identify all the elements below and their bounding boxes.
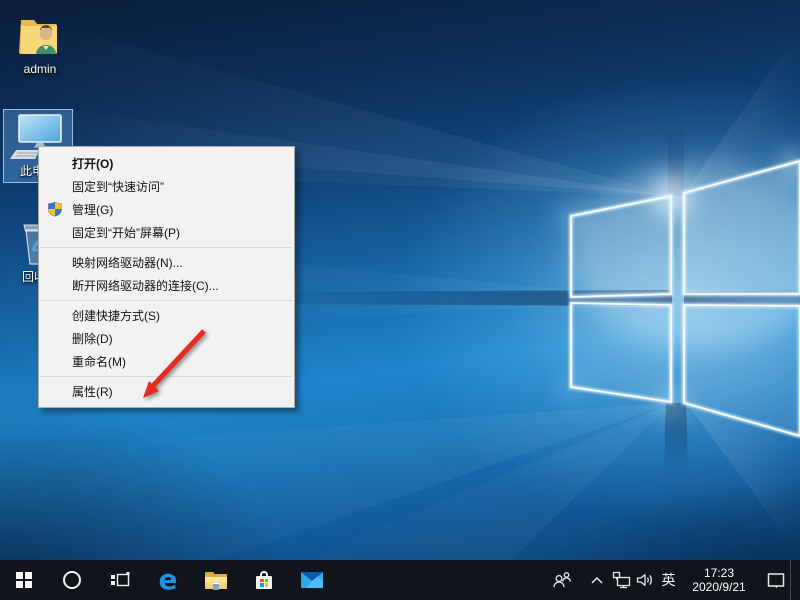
action-center-icon [766,571,786,590]
edge-button[interactable]: e [144,560,192,600]
ime-indicator[interactable]: 英 [657,560,680,600]
menu-item-label: 断开网络驱动器的连接(C)... [72,277,219,294]
uac-shield-icon [47,201,63,217]
menu-item-manage[interactable]: 管理(G) [39,198,294,221]
user-folder-icon [6,8,74,60]
task-view-button[interactable] [96,560,144,600]
taskbar: e [0,560,800,600]
menu-item-open[interactable]: 打开(O) [39,152,294,175]
chevron-up-icon [589,574,605,586]
menu-separator [41,247,292,248]
menu-item-label: 删除(D) [72,330,113,347]
people-icon [551,570,573,590]
task-view-icon [110,570,130,590]
menu-separator [41,300,292,301]
volume-icon [635,572,655,588]
cortana-search-icon [63,571,81,589]
menu-item-pin-to-quick-access[interactable]: 固定到“快速访问” [39,175,294,198]
start-button[interactable] [0,560,48,600]
system-tray: 英 17:23 2020/9/21 [550,560,800,600]
ime-language-label: 英 [662,570,676,590]
menu-item-pin-to-start[interactable]: 固定到“开始”屏幕(P) [39,221,294,244]
show-hidden-icons-button[interactable] [585,560,609,600]
menu-separator [41,376,292,377]
people-button[interactable] [550,560,574,600]
menu-item-label: 属性(R) [72,383,113,400]
menu-item-label: 固定到“快速访问” [72,178,164,195]
menu-item-label: 管理(G) [72,201,113,218]
menu-item-rename[interactable]: 重命名(M) [39,350,294,373]
file-explorer-button[interactable] [192,560,240,600]
desktop-icon-admin[interactable]: admin [6,8,74,76]
network-icon [612,571,631,589]
edge-icon: e [159,566,178,594]
show-desktop-strip[interactable] [790,560,800,600]
desktop-icon-label: admin [6,63,74,76]
context-menu: 打开(O) 固定到“快速访问” 管理(G) 固定到“开始”屏幕(P) 映射网络驱动器(N… [38,146,295,408]
menu-item-properties[interactable]: 属性(R) [39,380,294,403]
menu-item-delete[interactable]: 删除(D) [39,327,294,350]
menu-item-label: 创建快捷方式(S) [72,307,160,324]
menu-item-label: 打开(O) [72,155,113,172]
menu-item-disconnect-network-drive[interactable]: 断开网络驱动器的连接(C)... [39,274,294,297]
mail-icon [301,572,323,588]
mail-button[interactable] [288,560,336,600]
clock-date: 2020/9/21 [692,580,745,594]
menu-item-label: 固定到“开始”屏幕(P) [72,224,180,241]
clock[interactable]: 17:23 2020/9/21 [684,560,754,600]
cortana-search-button[interactable] [48,560,96,600]
menu-item-map-network-drive[interactable]: 映射网络驱动器(N)... [39,251,294,274]
menu-item-label: 重命名(M) [72,353,126,370]
action-center-button[interactable] [762,560,790,600]
menu-item-label: 映射网络驱动器(N)... [72,254,183,271]
store-icon [254,571,274,590]
store-button[interactable] [240,560,288,600]
windows-start-icon [16,572,32,588]
menu-item-create-shortcut[interactable]: 创建快捷方式(S) [39,304,294,327]
windows-desktop: admin 此电脑 [0,0,800,600]
clock-time: 17:23 [704,566,734,580]
taskbar-pinned-area: e [0,560,336,600]
volume-button[interactable] [633,560,657,600]
file-explorer-icon [205,572,227,589]
network-button[interactable] [609,560,633,600]
